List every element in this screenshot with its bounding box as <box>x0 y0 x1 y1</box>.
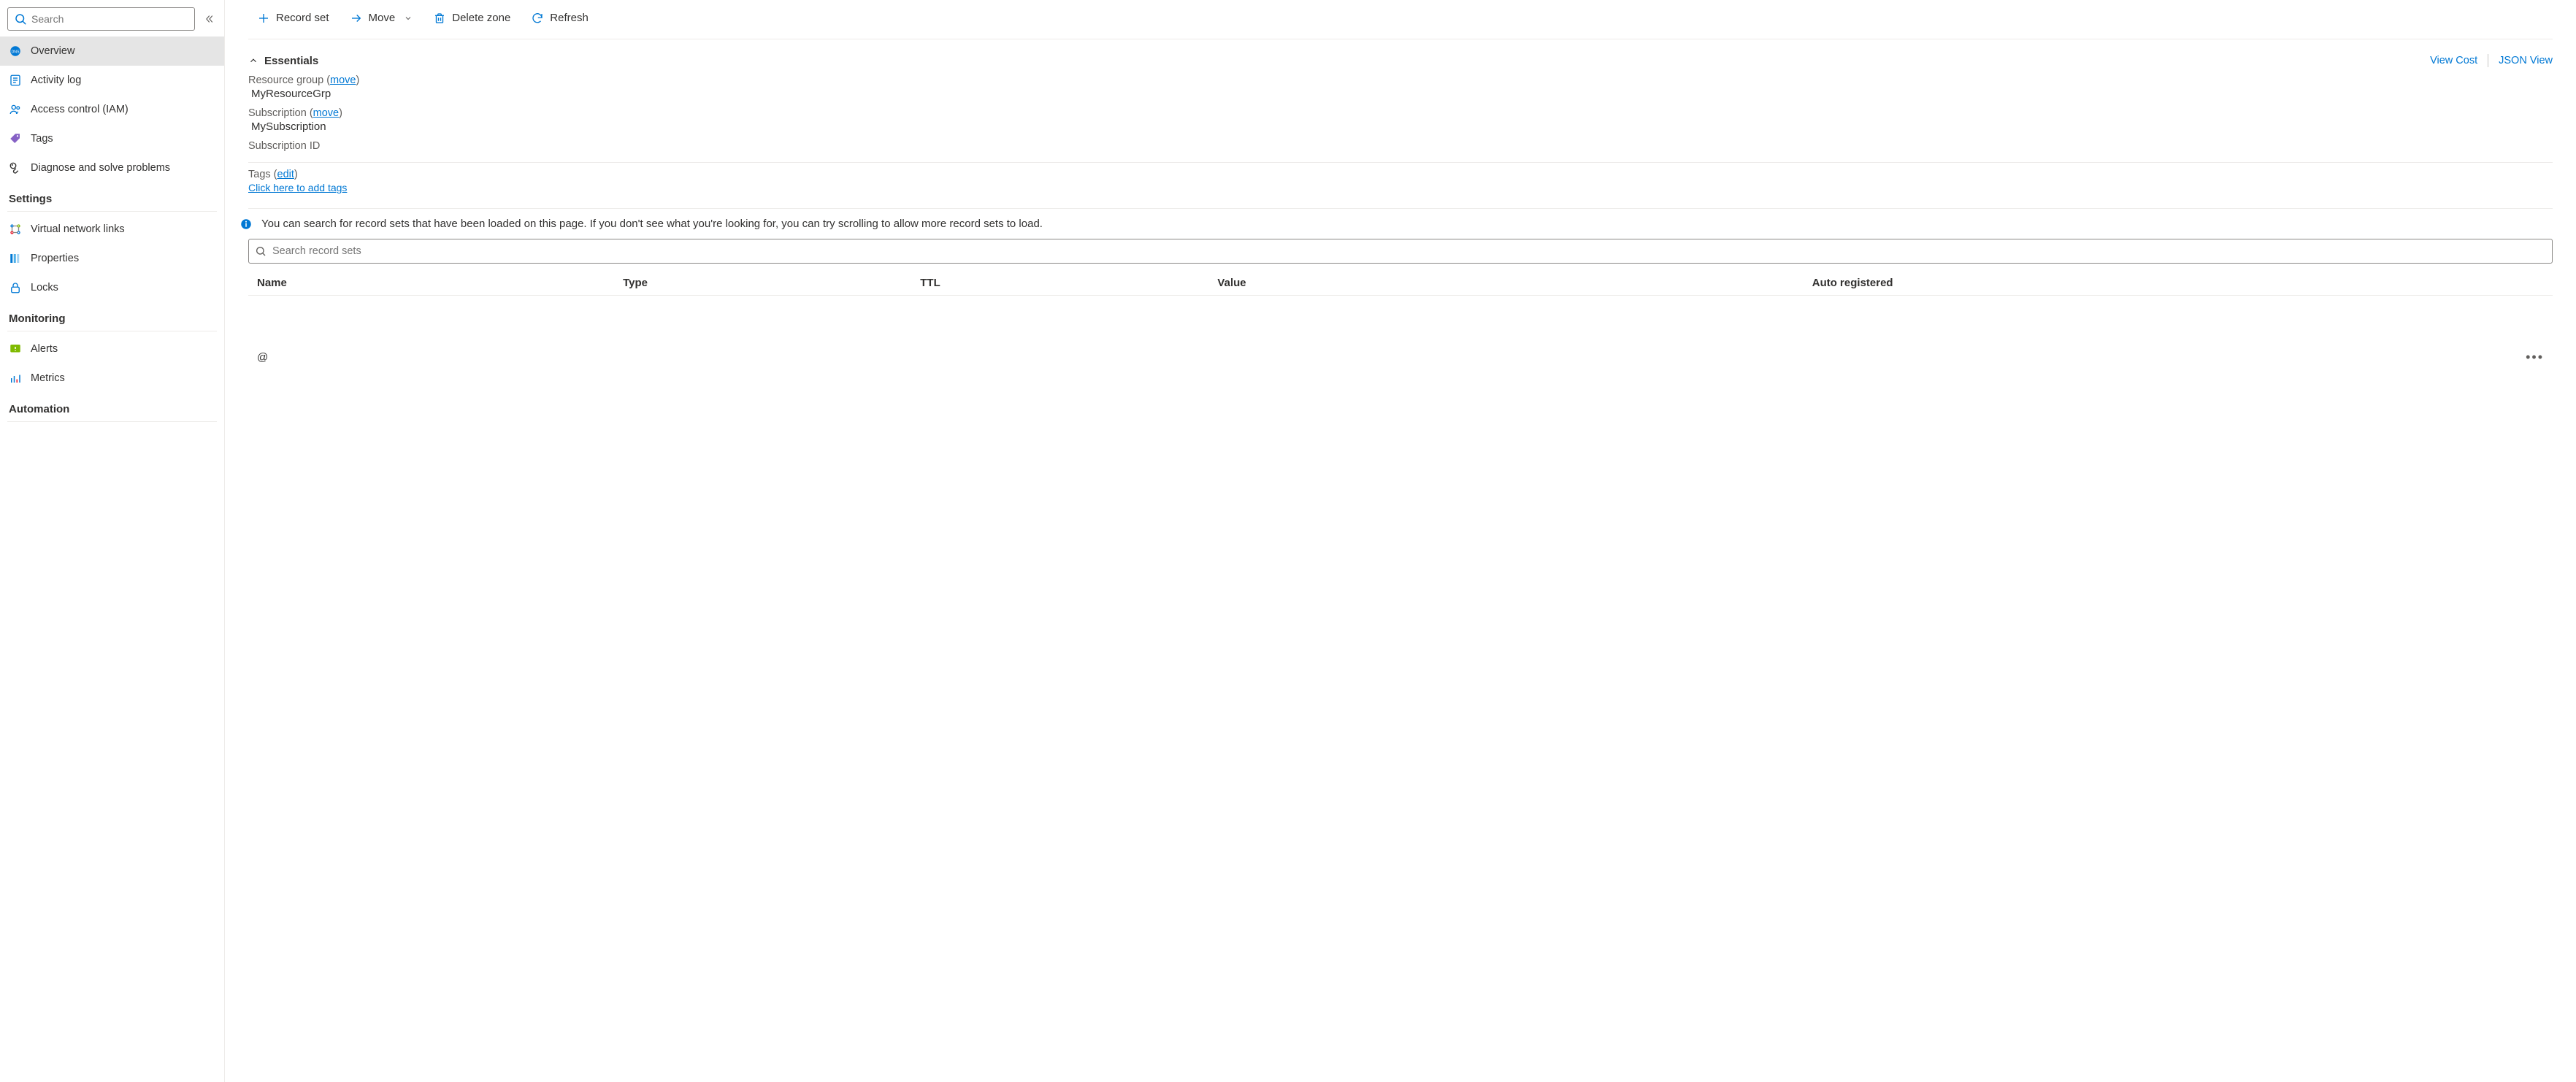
refresh-button[interactable]: Refresh <box>522 7 597 29</box>
main-content: Record set Move Delete zone Refresh <box>225 0 2576 1082</box>
record-row[interactable]: @ ••• <box>248 337 2553 377</box>
nav-diagnose[interactable]: Diagnose and solve problems <box>0 153 224 183</box>
info-icon <box>239 218 253 231</box>
nav-label: Properties <box>31 253 79 264</box>
diagnose-icon <box>9 161 22 174</box>
subscription-value: MySubscription <box>248 119 2553 133</box>
access-control-icon <box>9 103 22 116</box>
move-button[interactable]: Move <box>341 7 422 29</box>
subscription-move-link[interactable]: move <box>313 107 339 119</box>
tags-add-link[interactable]: Click here to add tags <box>248 182 347 193</box>
nav-properties[interactable]: Properties <box>0 244 224 273</box>
nav-tags[interactable]: Tags <box>0 124 224 153</box>
record-search[interactable] <box>248 239 2553 264</box>
nav-label: Overview <box>31 45 74 57</box>
arrow-right-icon <box>350 12 363 25</box>
nav-vnet-links[interactable]: Virtual network links <box>0 215 224 244</box>
plus-icon <box>257 12 270 25</box>
refresh-icon <box>531 12 544 25</box>
button-label: Refresh <box>550 12 589 24</box>
nav-locks[interactable]: Locks <box>0 273 224 302</box>
sidebar: DNS Overview Activity log Access control… <box>0 0 225 1082</box>
collapse-sidebar-button[interactable] <box>201 10 218 28</box>
resource-group-move-link[interactable]: move <box>330 74 356 86</box>
essentials-body: Resource group (move) MyResourceGrp Subs… <box>248 72 2553 205</box>
info-bar: You can search for record sets that have… <box>248 208 2553 239</box>
button-label: Record set <box>276 12 329 24</box>
col-name: Name <box>257 277 623 289</box>
record-table-header: Name Type TTL Value Auto registered <box>248 271 2553 296</box>
dns-zone-icon: DNS <box>9 45 22 58</box>
section-monitoring-heading: Monitoring <box>0 302 224 329</box>
sidebar-search[interactable] <box>7 7 195 31</box>
essentials-heading: Essentials <box>264 55 318 67</box>
chevron-down-icon <box>404 14 413 23</box>
delete-zone-button[interactable]: Delete zone <box>424 7 519 29</box>
tags-icon <box>9 132 22 145</box>
nav-label: Metrics <box>31 372 65 384</box>
command-bar: Record set Move Delete zone Refresh <box>248 0 2553 39</box>
col-value: Value <box>1217 277 1812 289</box>
subscription-label: Subscription (move) <box>248 107 2553 119</box>
nav-label: Access control (IAM) <box>31 104 129 115</box>
tags-edit-link[interactable]: edit <box>277 169 294 180</box>
json-view-link[interactable]: JSON View <box>2499 55 2553 66</box>
nav-access-control[interactable]: Access control (IAM) <box>0 95 224 124</box>
metrics-icon <box>9 372 22 385</box>
vnet-links-icon <box>9 223 22 236</box>
alerts-icon <box>9 342 22 356</box>
chevron-up-icon <box>248 55 258 66</box>
nav-overview[interactable]: DNS Overview <box>0 37 224 66</box>
col-auto: Auto registered <box>1812 277 2515 289</box>
record-set-button[interactable]: Record set <box>248 7 338 29</box>
nav-metrics[interactable]: Metrics <box>0 364 224 393</box>
nav-activity-log[interactable]: Activity log <box>0 66 224 95</box>
nav-alerts[interactable]: Alerts <box>0 334 224 364</box>
nav-label: Locks <box>31 282 58 293</box>
button-label: Move <box>369 12 396 24</box>
nav-label: Virtual network links <box>31 223 125 235</box>
lock-icon <box>9 281 22 294</box>
search-icon <box>14 12 27 26</box>
resource-group-value: MyResourceGrp <box>248 86 2553 100</box>
nav-label: Activity log <box>31 74 81 86</box>
section-settings-heading: Settings <box>0 183 224 210</box>
resource-group-label: Resource group (move) <box>248 74 2553 86</box>
section-automation-heading: Automation <box>0 393 224 420</box>
properties-icon <box>9 252 22 265</box>
svg-text:DNS: DNS <box>11 50 20 54</box>
nav-label: Alerts <box>31 343 58 355</box>
view-cost-link[interactable]: View Cost <box>2430 55 2477 66</box>
info-text: You can search for record sets that have… <box>261 216 1043 231</box>
nav-label: Tags <box>31 133 53 145</box>
col-type: Type <box>623 277 920 289</box>
divider <box>7 421 217 422</box>
nav-label: Diagnose and solve problems <box>31 162 170 174</box>
essentials-toggle[interactable]: Essentials <box>248 55 318 67</box>
search-icon <box>255 245 267 257</box>
record-search-input[interactable] <box>267 242 2546 260</box>
subscription-id-label: Subscription ID <box>248 140 2553 152</box>
cell-name: @ <box>257 351 623 364</box>
button-label: Delete zone <box>452 12 510 24</box>
row-menu-button[interactable]: ••• <box>2515 350 2544 365</box>
col-ttl: TTL <box>920 277 1217 289</box>
tags-label: Tags (edit) <box>248 169 2553 180</box>
trash-icon <box>433 12 446 25</box>
divider <box>7 211 217 212</box>
sidebar-search-input[interactable] <box>27 10 194 28</box>
activity-log-icon <box>9 74 22 87</box>
